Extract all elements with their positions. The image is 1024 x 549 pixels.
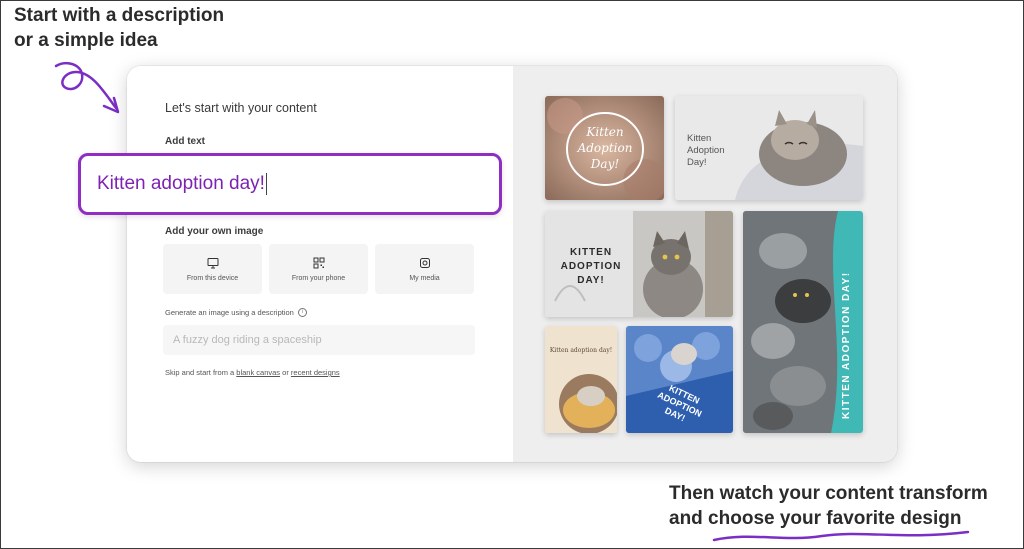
generate-label: Generate an image using a description — [165, 308, 294, 317]
add-image-label: Add your own image — [165, 226, 264, 237]
design-3-line2: ADOPTION — [561, 261, 622, 272]
from-device-button[interactable]: From this device — [163, 244, 262, 294]
designer-card: Let's start with your content Add text A… — [127, 66, 897, 462]
pen-arrow-scribble — [54, 62, 120, 114]
design-5-text: Kitten adoption day! — [550, 347, 612, 354]
design-4-text: KITTEN ADOPTION DAY! — [841, 271, 852, 419]
design-3-line3: DAY! — [577, 275, 605, 286]
from-device-label: From this device — [186, 274, 239, 282]
panel-heading: Let's start with your content — [165, 101, 317, 115]
image-source-options: From this device From your phone My medi… — [163, 244, 479, 294]
media-icon — [419, 257, 430, 268]
design-2-line3: Day! — [687, 157, 707, 168]
design-1-artwork: Kitten Adoption Day! — [545, 96, 664, 200]
design-option-4[interactable]: KITTEN ADOPTION DAY! — [743, 211, 863, 433]
annotation-bottom: Then watch your content transform and ch… — [669, 481, 988, 531]
design-option-5[interactable]: Kitten adoption day! — [545, 326, 617, 433]
recent-designs-link[interactable]: recent designs — [291, 368, 340, 377]
blank-canvas-link[interactable]: blank canvas — [236, 368, 280, 377]
annotation-top-line2: or a simple idea — [14, 30, 158, 51]
my-media-button[interactable]: My media — [375, 244, 474, 294]
design-2-line2: Adoption — [687, 145, 725, 156]
annotation-top: Start with a description or a simple ide… — [14, 3, 224, 53]
design-1-line1: Kitten — [585, 125, 623, 139]
design-option-1[interactable]: Kitten Adoption Day! — [545, 96, 664, 200]
skip-prefix: Skip and start from a — [165, 368, 237, 377]
add-text-input[interactable]: Kitten adoption day! — [78, 153, 502, 215]
design-option-2[interactable]: Kitten Adoption Day! — [675, 96, 863, 200]
design-option-3[interactable]: KITTEN ADOPTION DAY! — [545, 211, 733, 317]
design-suggestions-panel: Kitten Adoption Day! Kitten Adoption Day… — [513, 66, 897, 462]
skip-mid: or — [280, 368, 291, 377]
design-1-line2: Adoption — [577, 141, 633, 155]
design-5-artwork: Kitten adoption day! — [545, 326, 617, 433]
design-2-artwork: Kitten Adoption Day! — [675, 96, 863, 200]
generate-description-input[interactable] — [163, 325, 475, 355]
design-option-6[interactable]: KITTEN ADOPTION DAY! — [626, 326, 733, 433]
monitor-icon — [207, 257, 218, 268]
content-panel: Let's start with your content Add text A… — [127, 66, 513, 462]
my-media-label: My media — [409, 274, 440, 282]
generate-label-row: Generate an image using a description i — [165, 308, 307, 317]
text-caret — [265, 173, 267, 195]
add-text-value[interactable]: Kitten adoption day! — [97, 173, 265, 195]
from-phone-label: From your phone — [291, 274, 346, 282]
info-icon[interactable]: i — [297, 308, 307, 317]
design-1-line3: Day! — [590, 157, 620, 171]
pen-underline-scribble — [712, 530, 970, 542]
skip-text: Skip and start from a blank canvas or re… — [165, 368, 340, 377]
design-2-line1: Kitten — [687, 133, 711, 144]
annotation-top-line1: Start with a description — [14, 5, 225, 26]
design-6-artwork: KITTEN ADOPTION DAY! — [626, 326, 733, 433]
from-phone-button[interactable]: From your phone — [269, 244, 368, 294]
annotation-bottom-line1: Then watch your content transform — [669, 483, 988, 504]
design-3-line1: KITTEN — [570, 247, 612, 258]
design-4-artwork: KITTEN ADOPTION DAY! — [743, 211, 863, 433]
design-3-artwork: KITTEN ADOPTION DAY! — [545, 211, 733, 317]
qr-code-icon — [313, 257, 324, 268]
add-text-label: Add text — [165, 136, 205, 147]
